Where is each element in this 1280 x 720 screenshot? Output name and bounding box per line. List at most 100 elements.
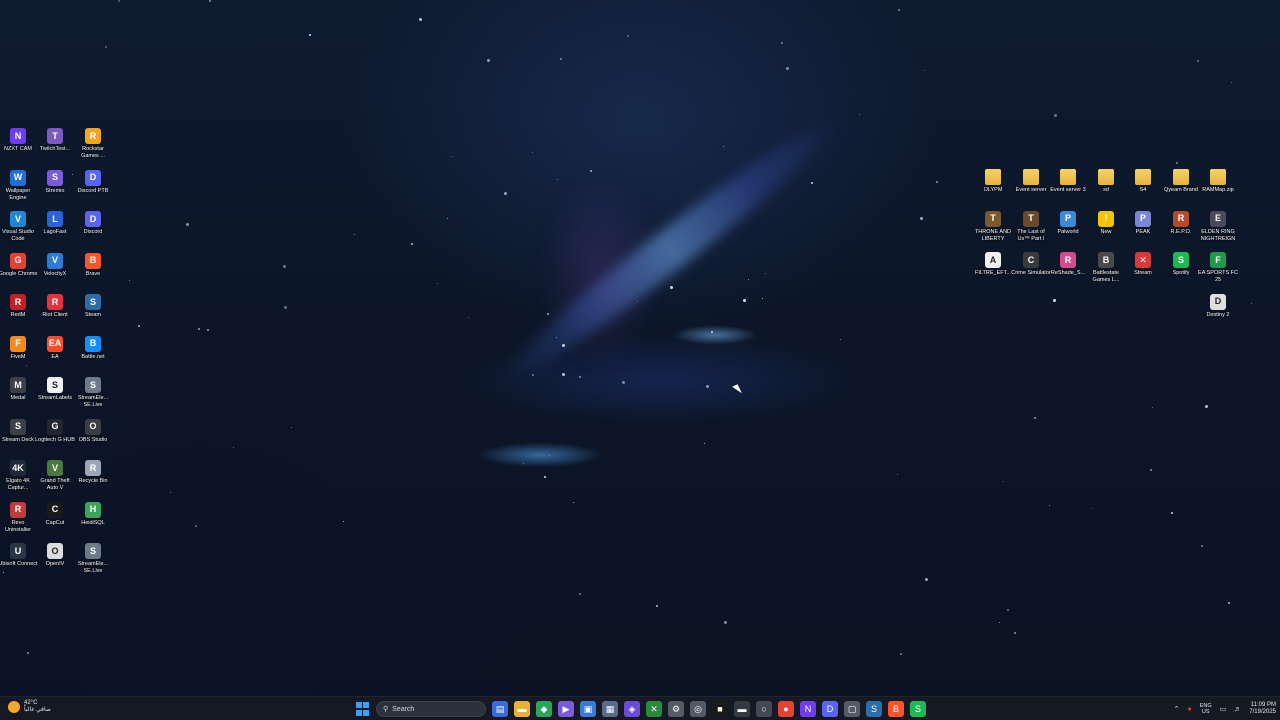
file-explorer-icon[interactable]: ▬ <box>514 701 530 717</box>
xbox-icon[interactable]: ✕ <box>646 701 662 717</box>
mic-icon[interactable]: ● <box>1188 706 1192 713</box>
desktop-shortcut[interactable]: RAMMap.zip <box>1198 169 1238 194</box>
desktop-shortcut[interactable]: C CapCut <box>35 501 75 527</box>
task-view-icon[interactable]: ▤ <box>492 701 508 717</box>
desktop-shortcut[interactable]: S Spotify <box>1161 252 1201 277</box>
desktop-shortcut[interactable]: L LagoFast <box>35 211 75 236</box>
desktop-shortcut[interactable]: N NZXT CAM <box>0 128 38 153</box>
capcut-icon[interactable]: ■ <box>712 701 728 717</box>
desktop-shortcut[interactable]: 4K Elgato 4K Captur... <box>0 460 38 492</box>
desktop-shortcut[interactable]: B Battle.net <box>73 335 113 361</box>
desktop-shortcut[interactable]: S Steam <box>73 294 113 319</box>
star <box>562 373 565 376</box>
desktop-shortcut[interactable]: S StreamEle... SE.Live <box>73 377 113 409</box>
star <box>118 0 120 2</box>
fivem-icon: F <box>10 335 26 352</box>
desktop-shortcut[interactable]: S StreamLabels <box>35 377 75 402</box>
desktop-shortcut[interactable]: sd <box>1086 169 1126 194</box>
desktop-shortcut[interactable]: ✕ Stream <box>1123 252 1163 277</box>
star <box>549 455 550 456</box>
desktop-shortcut[interactable]: T TwitchTest... <box>35 128 75 153</box>
star <box>556 337 557 338</box>
app-violet-icon[interactable]: ◈ <box>624 701 640 717</box>
desktop-shortcut[interactable]: R Rockstar Games ... <box>73 128 113 160</box>
desktop-shortcut-label: The Last of Us™ Part I <box>1017 228 1045 242</box>
desktop-shortcut[interactable]: V VelocityX <box>35 252 75 278</box>
desktop-shortcut[interactable]: O OpenIV <box>35 543 75 568</box>
desktop-shortcut[interactable]: M Medal <box>0 377 38 402</box>
desktop-shortcut[interactable]: H HeidiSQL <box>73 501 113 527</box>
desktop-shortcut[interactable]: W Wallpaper Engine <box>0 169 38 202</box>
desktop-shortcut[interactable]: B Battlestate Games L... <box>1086 252 1126 284</box>
desktop-shortcut[interactable]: R Revo Uninstaller <box>0 501 38 534</box>
clock[interactable]: 11:09 PM 7/19/2025 <box>1249 702 1276 716</box>
palworld-icon: P <box>1060 210 1076 227</box>
desktop-shortcut[interactable]: S Stream Deck <box>0 418 38 444</box>
desktop-shortcut[interactable]: D Discord PTB <box>73 169 113 195</box>
desktop-shortcut[interactable]: OLYPM <box>973 169 1013 194</box>
start-button[interactable] <box>356 702 370 716</box>
desktop-shortcut[interactable]: EA EA <box>35 335 75 361</box>
chrome-icon[interactable]: ● <box>778 701 794 717</box>
store-icon[interactable]: ▦ <box>602 701 618 717</box>
star <box>925 578 928 581</box>
desktop-shortcut[interactable]: R R.E.P.O. <box>1161 210 1201 236</box>
desktop-shortcut[interactable]: F EA SPORTS FC 25 <box>1198 252 1238 284</box>
app-purple-icon[interactable]: ▶ <box>558 701 574 717</box>
desktop-shortcut[interactable]: T The Last of Us™ Part I <box>1011 210 1051 243</box>
streamlabels-icon: S <box>47 377 63 393</box>
app-gray3-icon[interactable]: ▢ <box>844 701 860 717</box>
desktop-shortcut-label: Visual Studio Code <box>1 229 34 242</box>
volume-icon[interactable]: ♬ <box>1234 706 1241 713</box>
desktop-shortcut[interactable]: V Grand Theft Auto V <box>35 460 75 492</box>
desktop-shortcut[interactable]: R Riot Client <box>35 294 75 319</box>
riot-client-icon: R <box>47 294 63 310</box>
chevron-up-icon[interactable]: ⌃ <box>1174 705 1180 713</box>
weather-widget[interactable]: 42°C صافي غالباً <box>8 700 51 714</box>
desktop-shortcut[interactable]: C Crime Simulator <box>1011 252 1051 277</box>
taskbar-search[interactable]: ⚲ Search <box>376 701 486 717</box>
desktop-shortcut-label: Stremio <box>45 187 65 194</box>
desktop-shortcut[interactable]: R ReShade_S... <box>1048 252 1088 277</box>
steam-icon[interactable]: S <box>866 701 882 717</box>
desktop-shortcut[interactable]: Event server 3 <box>1048 169 1088 194</box>
app-green-icon[interactable]: ◆ <box>536 701 552 717</box>
logitech-ghub-icon: G <box>47 418 63 435</box>
desktop-shortcut[interactable]: ! New <box>1086 210 1126 236</box>
desktop-shortcut[interactable]: Qyeam Brand <box>1161 169 1201 194</box>
desktop-shortcut[interactable]: P PEAK <box>1123 210 1163 236</box>
desktop-shortcut[interactable]: G Logitech G HUB <box>35 418 75 444</box>
desktop-shortcut[interactable]: R Recycle Bin <box>73 460 113 485</box>
brave-icon[interactable]: B <box>888 701 904 717</box>
desktop-shortcut[interactable]: E ELDEN RING NIGHTREIGN <box>1198 210 1238 243</box>
discord-icon[interactable]: D <box>822 701 838 717</box>
desktop-shortcut[interactable]: R RedM <box>0 294 38 319</box>
app-gray2-icon[interactable]: ○ <box>756 701 772 717</box>
spotify-icon[interactable]: S <box>910 701 926 717</box>
desktop-shortcut[interactable]: D Destiny 2 <box>1198 293 1238 319</box>
desktop-shortcut[interactable]: Event server <box>1011 169 1051 194</box>
app-blue-icon[interactable]: ▣ <box>580 701 596 717</box>
desktop-shortcut[interactable]: P Palworld <box>1048 210 1088 236</box>
desktop-shortcut[interactable]: U Ubisoft Connect <box>0 543 38 568</box>
desktop-shortcut[interactable]: G Google Chrome <box>0 252 38 278</box>
app-gray-icon[interactable]: ◎ <box>690 701 706 717</box>
desktop-shortcut[interactable]: F FiveM <box>0 335 38 361</box>
desktop-shortcut[interactable]: S4 <box>1123 169 1163 194</box>
desktop-shortcut[interactable]: S StreamEle... SE.Live <box>73 543 113 575</box>
desktop-shortcut[interactable]: B Brave <box>73 252 113 278</box>
star <box>1171 512 1173 514</box>
star <box>291 427 292 428</box>
redm-icon: R <box>10 294 26 310</box>
settings-icon[interactable]: ⚙ <box>668 701 684 717</box>
language-indicator[interactable]: ENG US <box>1200 703 1212 715</box>
desktop-shortcut[interactable]: V Visual Studio Code <box>0 211 38 243</box>
network-icon[interactable]: ▭ <box>1220 705 1227 713</box>
desktop-shortcut[interactable]: S Stremio <box>35 169 75 195</box>
desktop-shortcut[interactable]: A FILTRE_EFT... <box>973 252 1013 277</box>
nzxt-icon[interactable]: N <box>800 701 816 717</box>
app-dark-icon[interactable]: ▬ <box>734 701 750 717</box>
desktop-shortcut[interactable]: T THRONE AND LIBERTY <box>973 210 1013 243</box>
desktop-shortcut[interactable]: O OBS Studio <box>73 418 113 444</box>
desktop-shortcut[interactable]: D Discord <box>73 211 113 236</box>
